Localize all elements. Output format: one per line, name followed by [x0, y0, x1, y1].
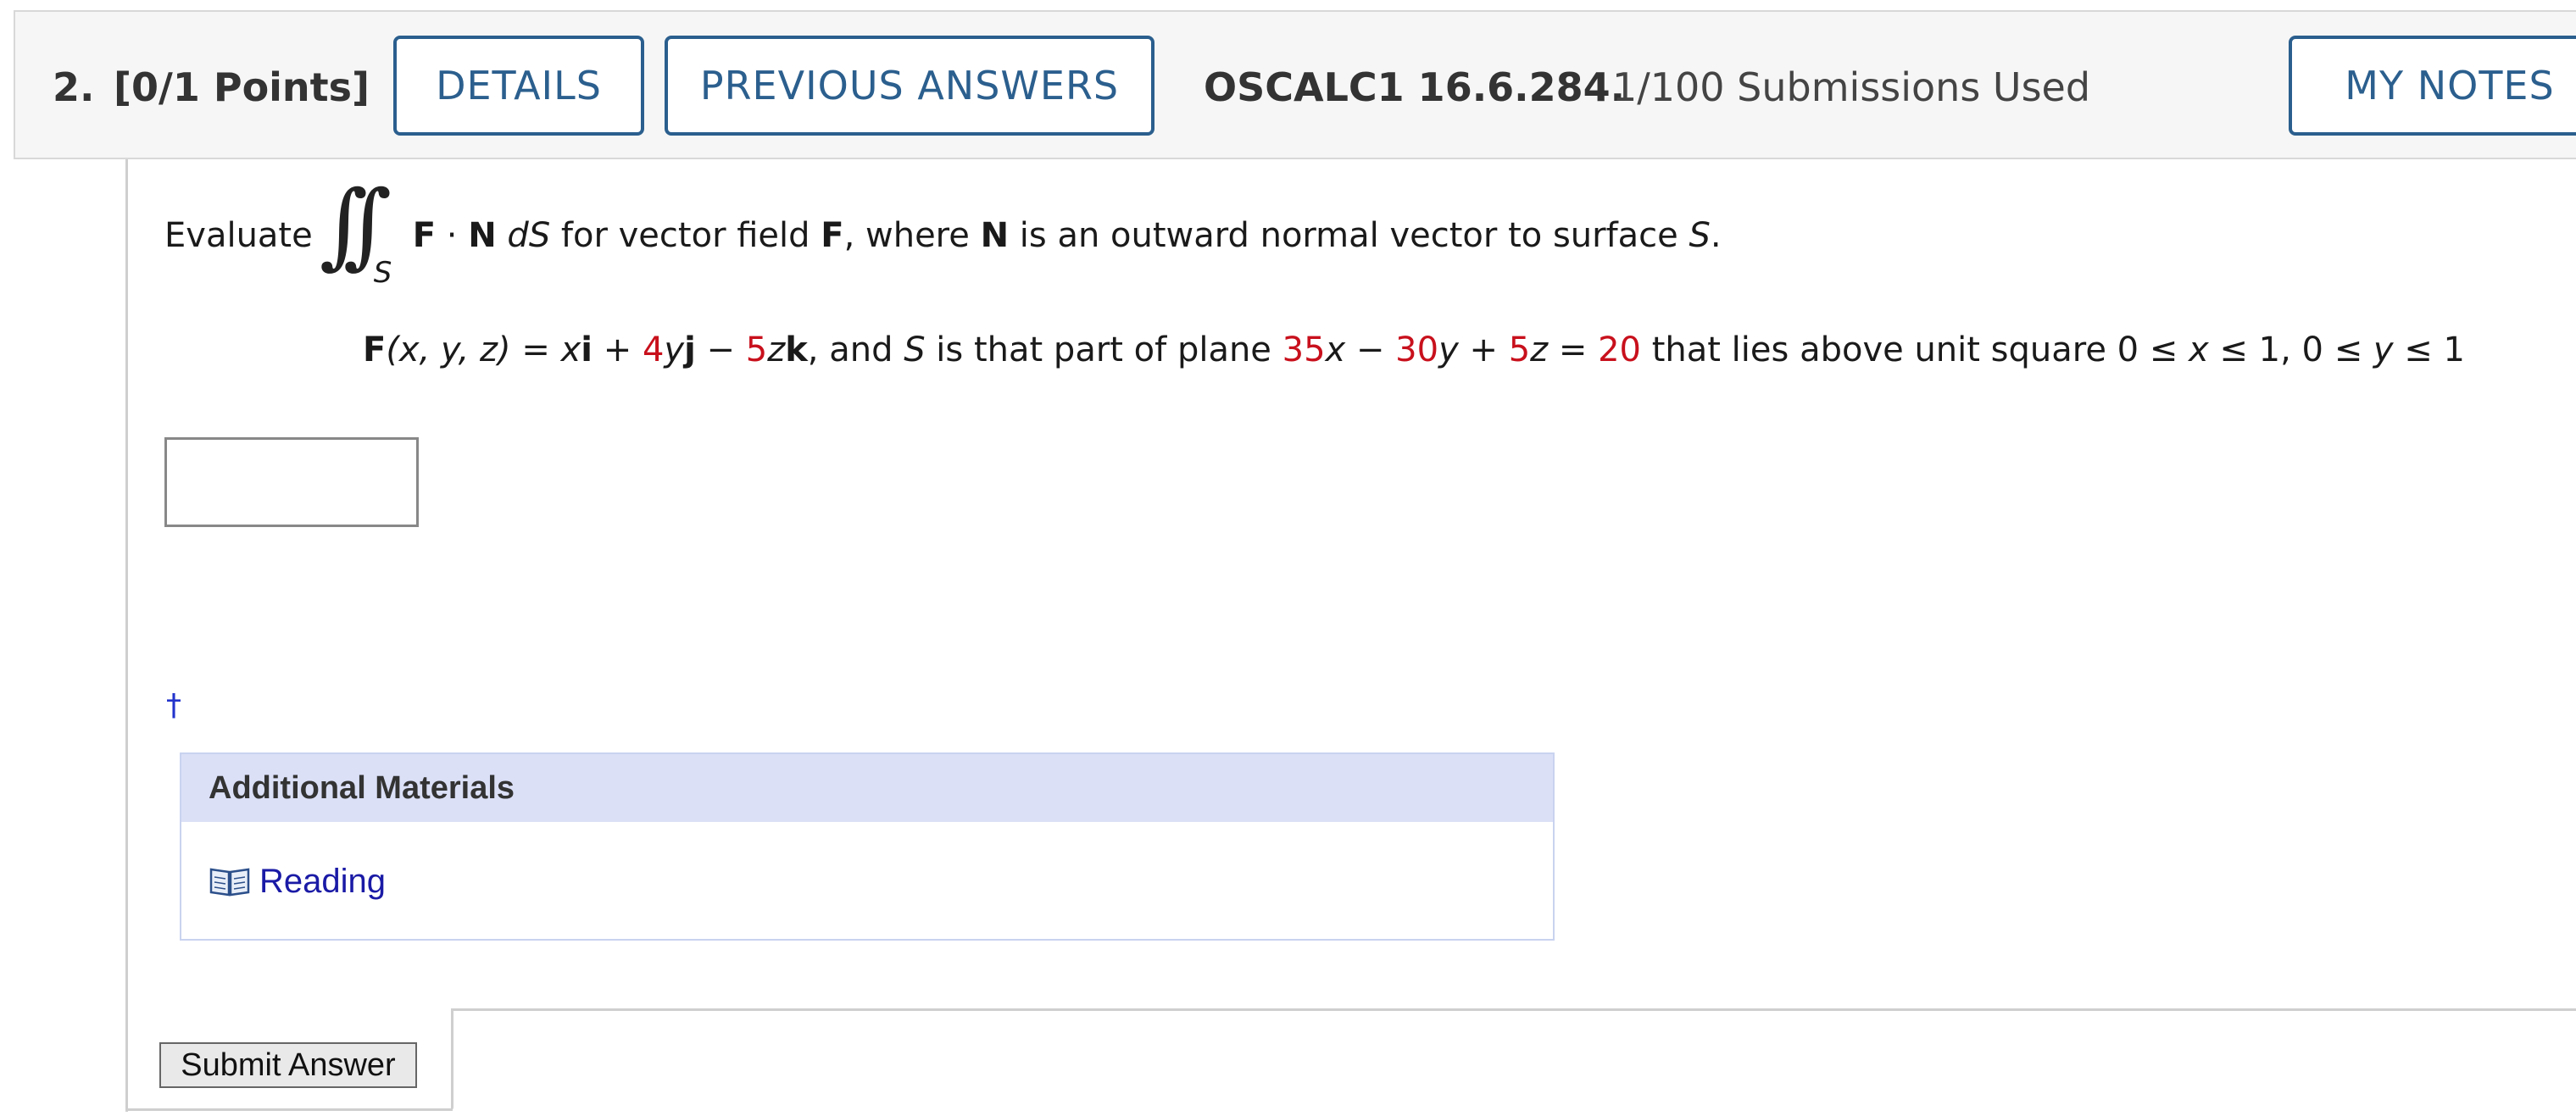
math-text: =: [510, 330, 561, 369]
additional-materials-panel: Additional Materials Reading: [180, 752, 1555, 941]
math-F: F: [412, 216, 437, 255]
math-text: +: [1458, 330, 1509, 369]
submissions-used: 1/100 Submissions Used: [1612, 64, 2091, 110]
vector-field-statement: F(x, y, z) = xi + 4yj − 5zk, and S is th…: [363, 330, 2465, 369]
coefficient: 20: [1598, 330, 1642, 369]
math-y: y: [664, 330, 685, 369]
coefficient: 5: [1508, 330, 1531, 369]
math-F: F: [363, 330, 387, 369]
question-points: [0/1 Points]: [114, 64, 370, 110]
book-icon: [209, 868, 250, 897]
math-text: −: [695, 330, 746, 369]
math-dS: dS: [507, 216, 551, 255]
dagger-marker: †: [166, 688, 181, 723]
math-text: ≤ 1, 0 ≤: [2208, 330, 2373, 369]
question-body: [125, 159, 2576, 1112]
math-x: x: [560, 330, 581, 369]
math-dot: ·: [436, 216, 469, 255]
math-k: k: [785, 330, 808, 369]
reading-link[interactable]: Reading: [259, 863, 386, 901]
math-N: N: [980, 216, 1010, 255]
coefficient: 35: [1282, 330, 1326, 369]
answer-input[interactable]: [164, 437, 419, 527]
math-y: y: [2373, 330, 2394, 369]
question-number: 2.: [53, 64, 95, 110]
math-z: z: [1530, 330, 1549, 369]
problem-code: OSCALC1 16.6.284.: [1204, 64, 1626, 110]
prompt-text: is an outward normal vector to surface: [1009, 216, 1689, 255]
math-text: +: [592, 330, 643, 369]
math-text: ≤ 1: [2393, 330, 2465, 369]
math-x: x: [2189, 330, 2209, 369]
details-button[interactable]: DETAILS: [393, 36, 644, 136]
math-j: j: [684, 330, 696, 369]
math-text: that lies above unit square 0 ≤: [1641, 330, 2189, 369]
additional-materials-title: Additional Materials: [181, 754, 1553, 822]
math-N: N: [468, 216, 497, 255]
math-i: i: [581, 330, 593, 369]
question-header: 2. [0/1 Points] DETAILS PREVIOUS ANSWERS…: [14, 10, 2576, 159]
prompt-text: for vector field: [550, 216, 821, 255]
math-F: F: [821, 216, 844, 255]
math-S: S: [904, 330, 926, 369]
math-z: z: [767, 330, 786, 369]
coefficient: 4: [642, 330, 665, 369]
math-S: S: [1689, 216, 1711, 255]
double-integral-symbol: ∫ ∫ S: [319, 170, 392, 290]
integral-subscript: S: [373, 256, 392, 290]
my-notes-button[interactable]: MY NOTES: [2289, 36, 2576, 136]
math-args: (x, y, z): [386, 330, 511, 369]
previous-answers-button[interactable]: PREVIOUS ANSWERS: [665, 36, 1154, 136]
question-body-border: [451, 1008, 2576, 1011]
prompt-period: .: [1710, 216, 1722, 255]
prompt-text: , where: [843, 216, 981, 255]
math-text: is that part of plane: [925, 330, 1282, 369]
coefficient: 5: [745, 330, 768, 369]
question-prompt: Evaluate ∫ ∫ S F · N dS for vector field …: [164, 170, 1722, 290]
math-y: y: [1438, 330, 1459, 369]
question-body-border: [125, 1108, 453, 1111]
additional-materials-body: Reading: [181, 822, 1553, 941]
coefficient: 30: [1395, 330, 1439, 369]
math-x: x: [1325, 330, 1346, 369]
math-text: =: [1548, 330, 1599, 369]
math-text: , and: [807, 330, 904, 369]
math-text: −: [1345, 330, 1396, 369]
submit-answer-button[interactable]: Submit Answer: [159, 1042, 417, 1088]
question-body-border: [451, 1008, 453, 1110]
evaluate-word: Evaluate: [164, 216, 313, 255]
